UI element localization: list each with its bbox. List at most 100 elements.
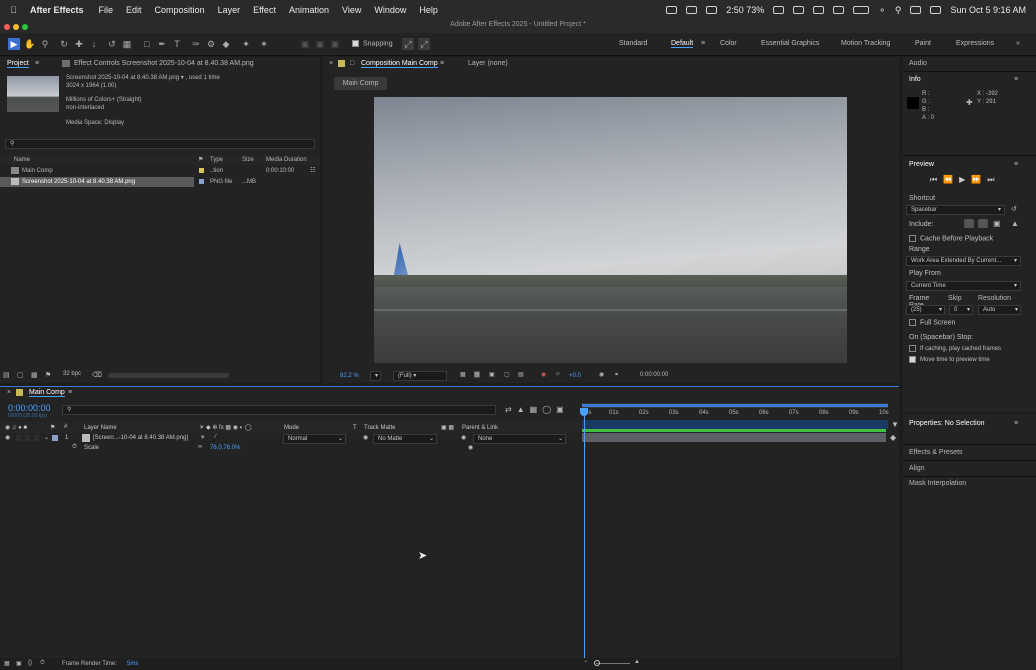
tab-layer[interactable]: Layer (none)	[468, 60, 508, 67]
tab-project[interactable]: Project	[7, 60, 29, 68]
trash-icon[interactable]: ⌫	[92, 371, 102, 379]
comp-flowchart-icon[interactable]: ⇄	[505, 405, 517, 414]
snapping-toggle[interactable]: Snapping	[352, 40, 393, 47]
label-col-icon[interactable]: ⚑	[198, 156, 203, 163]
comp-timecode[interactable]: 0:00:00:00	[640, 372, 668, 378]
mask-visibility-icon[interactable]: ▣	[489, 371, 495, 378]
pen-tool-icon[interactable]: ✒	[156, 38, 168, 50]
layer-switches-toggle-icon[interactable]: ▦	[4, 660, 10, 667]
menu-layer[interactable]: Layer	[218, 5, 241, 15]
property-pickwhip-icon[interactable]: ◉	[468, 444, 473, 451]
workspace-essential-graphics[interactable]: Essential Graphics	[761, 40, 819, 47]
col-size[interactable]: Size	[242, 157, 254, 163]
sync-icon[interactable]	[686, 6, 698, 14]
layer-name[interactable]: [Screen...-10-04 at 8.40.38 AM.png]	[93, 435, 188, 441]
comp-breadcrumb[interactable]: Main Comp	[334, 77, 387, 90]
close-timeline-icon[interactable]: ×	[7, 389, 11, 396]
col-t[interactable]: T	[353, 425, 357, 431]
siri-icon[interactable]	[910, 6, 922, 14]
timer-readout[interactable]: 2:50 73%	[726, 5, 764, 15]
tab-audio[interactable]: Audio	[909, 60, 927, 67]
shy-switch-icon[interactable]: ☀	[200, 434, 205, 441]
transfer-controls-toggle-icon[interactable]: ▣	[16, 660, 22, 667]
parent-pickwhip-icon[interactable]: ◉	[461, 434, 466, 441]
snap-edges-icon[interactable]: ⤢	[402, 38, 414, 50]
cached-frames-checkbox[interactable]	[909, 345, 916, 352]
menu-animation[interactable]: Animation	[289, 5, 329, 15]
pan-tool-icon[interactable]: ✚	[73, 38, 85, 50]
timeline-search-input[interactable]: ⚲	[62, 405, 496, 415]
prev-frame-icon[interactable]: ⏪	[943, 175, 959, 184]
fast-preview-icon[interactable]: ▦	[460, 371, 466, 378]
flowchart-icon[interactable]: ☷	[310, 167, 315, 174]
label-color-chip[interactable]	[199, 179, 204, 184]
tab-composition[interactable]: Composition Main Comp	[361, 60, 438, 68]
range-dropdown[interactable]: Work Area Extended By Current... ▾	[906, 256, 1021, 266]
cached-frames-option[interactable]: If caching, play cached frames	[903, 345, 1036, 352]
shortcut-dropdown[interactable]: Spacebar ▾	[906, 205, 1005, 215]
snapping-checkbox[interactable]	[352, 40, 359, 47]
table-row[interactable]: ◉ ⌄ 1 [Screen...-10-04 at 8.40.38 AM.png…	[0, 433, 580, 444]
col-type[interactable]: Type	[210, 157, 223, 163]
creative-cloud-icon[interactable]	[706, 6, 718, 14]
menu-help[interactable]: Help	[419, 5, 438, 15]
project-scrollbar[interactable]	[108, 373, 229, 378]
project-search-input[interactable]: ⚲	[5, 139, 315, 149]
new-comp-icon[interactable]: ▦	[31, 371, 38, 379]
workspace-motion-tracking[interactable]: Motion Tracking	[841, 40, 890, 47]
parent-dropdown[interactable]: None ⌄	[473, 434, 566, 444]
col-duration[interactable]: Media Duration	[266, 157, 307, 163]
align-tab[interactable]: Align	[909, 465, 925, 472]
menu-edit[interactable]: Edit	[126, 5, 142, 15]
play-icon[interactable]: ▶	[959, 175, 971, 184]
close-tab-icon[interactable]: ×	[329, 60, 333, 67]
orbit-tool-icon[interactable]: ↻	[58, 38, 70, 50]
menu-composition[interactable]: Composition	[155, 5, 205, 15]
col-name[interactable]: Name	[14, 157, 30, 163]
col-track-matte[interactable]: Track Matte	[364, 425, 395, 431]
in-out-toggle-icon[interactable]: {}	[28, 660, 32, 666]
table-row[interactable]: ⏱ Scale ∞ 76.0,76.0% ◉	[0, 444, 580, 455]
lock-icon[interactable]: □	[350, 60, 354, 67]
move-time-option[interactable]: Move time to preview time	[903, 356, 1036, 363]
stopwatch-icon[interactable]: ⏱	[72, 444, 77, 451]
audio-toggle[interactable]	[16, 435, 21, 441]
eraser-tool-icon[interactable]: ◆	[220, 38, 232, 50]
control-center-icon[interactable]	[930, 6, 942, 14]
col-number[interactable]: #	[64, 424, 67, 430]
workspace-default[interactable]: Default	[671, 40, 694, 48]
properties-menu-icon[interactable]: ≡	[1014, 420, 1018, 427]
shy-icon[interactable]: ▦	[530, 405, 543, 414]
effects-presets-tab[interactable]: Effects & Presets	[909, 449, 963, 456]
menu-file[interactable]: File	[99, 5, 114, 15]
next-frame-icon[interactable]: ⏩	[971, 175, 987, 184]
project-menu-icon[interactable]: ≡	[35, 60, 39, 67]
guides-icon[interactable]: ▤	[518, 371, 524, 378]
type-tool-icon[interactable]: T	[171, 38, 183, 50]
grammarly-icon[interactable]	[773, 6, 785, 14]
matte-pickwhip-icon[interactable]: ◉	[363, 434, 368, 441]
interpret-footage-icon[interactable]: ▤	[3, 371, 10, 379]
menu-view[interactable]: View	[342, 5, 361, 15]
magnification-value[interactable]: 82.2 %	[340, 373, 359, 379]
battery-icon[interactable]	[853, 6, 870, 14]
reset-icon[interactable]: ↺	[1011, 205, 1017, 213]
workspace-color[interactable]: Color	[720, 40, 737, 47]
frame-blend-icon[interactable]: ◯	[542, 405, 556, 414]
draft-3d-icon[interactable]: ▲	[517, 405, 530, 414]
rectangle-tool-icon[interactable]: □	[141, 38, 153, 50]
history-icon[interactable]	[793, 6, 805, 14]
timeline-menu-icon[interactable]: ≡	[68, 389, 72, 396]
play-icon[interactable]	[813, 6, 825, 14]
resolution-dropdown[interactable]: (Full) ▾	[393, 371, 447, 381]
tab-main-comp[interactable]: Main Comp	[29, 389, 65, 397]
constrain-link-icon[interactable]: ∞	[198, 444, 202, 450]
region-icon[interactable]: ▢	[504, 371, 510, 378]
playhead-handle[interactable]	[580, 408, 588, 416]
list-item[interactable]: Screenshot 2025-10-04 at 8.40.38 AM.png	[0, 177, 194, 187]
tab-effect-controls[interactable]: Effect Controls Screenshot 2025-10-04 at…	[74, 60, 254, 67]
snapshot-camera-icon[interactable]: ◉	[599, 371, 604, 378]
color-channel-icon[interactable]: ◉	[541, 371, 546, 378]
work-area-bar[interactable]	[582, 403, 888, 408]
preview-menu-icon[interactable]: ≡	[1014, 161, 1018, 168]
